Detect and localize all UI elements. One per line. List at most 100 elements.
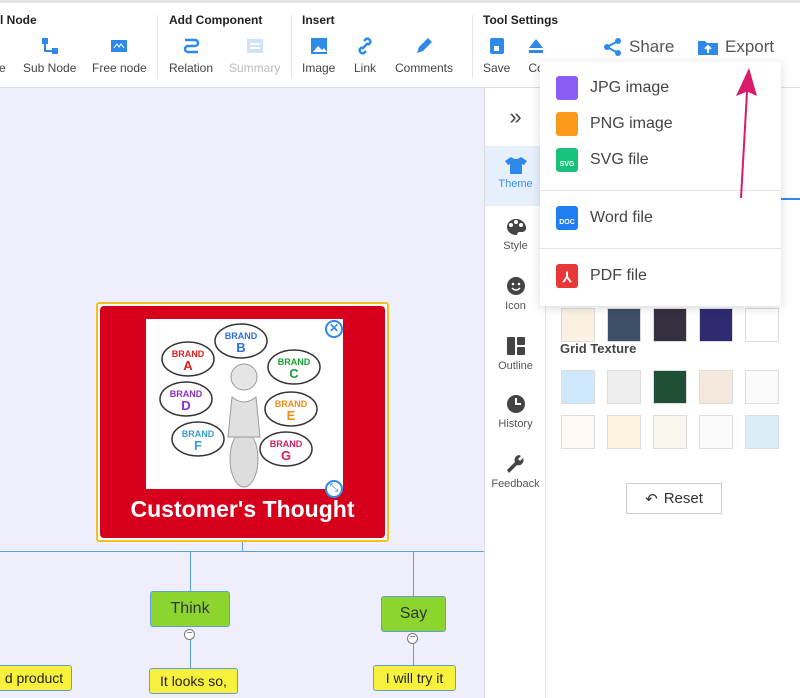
grid-texture-title: Grid Texture: [560, 341, 637, 356]
branch-node-think[interactable]: Think: [150, 591, 230, 627]
theme-swatch[interactable]: [745, 415, 779, 449]
theme-swatch[interactable]: [699, 415, 733, 449]
save-button[interactable]: Save: [483, 37, 510, 75]
export-jpg-image[interactable]: JPG image: [556, 76, 669, 100]
svg-text:C: C: [289, 366, 299, 381]
theme-swatch[interactable]: [745, 308, 779, 342]
export-svg-file[interactable]: SVG SVG file: [556, 148, 649, 172]
link-button[interactable]: Link: [354, 37, 376, 75]
smiley-icon: [506, 277, 525, 295]
pencil-icon: [417, 38, 432, 53]
tab-feedback[interactable]: Feedback: [485, 454, 546, 490]
divider: [157, 15, 158, 79]
theme-swatch[interactable]: [561, 415, 595, 449]
annotation-arrow: [736, 68, 757, 198]
wrench-icon: [506, 455, 524, 473]
sub-node-icon: [41, 38, 58, 54]
export-png-image[interactable]: PNG image: [556, 112, 673, 136]
theme-swatch[interactable]: [607, 415, 641, 449]
connector: [413, 644, 414, 665]
palette-icon: [506, 219, 526, 235]
group-title: Insert: [302, 13, 335, 27]
share-button[interactable]: Share: [603, 37, 674, 57]
summary-icon: [246, 39, 263, 53]
root-node-selection[interactable]: BRAND A BRAND B BRAND C BRAND D BRAND E BRAND F BRAN…: [96, 302, 389, 542]
export-pdf-file[interactable]: ⅄ PDF file: [556, 264, 647, 288]
free-node-button[interactable]: Free node: [92, 37, 147, 75]
connector: [413, 551, 414, 596]
export-button[interactable]: Export: [697, 37, 774, 57]
svg-text:G: G: [281, 448, 291, 463]
group-title: Add Component: [169, 13, 263, 27]
leaf-node[interactable]: d product: [0, 665, 72, 691]
theme-swatch[interactable]: [607, 308, 641, 342]
collapse-icon[interactable]: −: [407, 633, 418, 644]
undo-icon: ↶: [645, 490, 658, 508]
word-file-icon: DOC: [556, 206, 578, 230]
svg-text:A: A: [183, 358, 193, 373]
leaf-node[interactable]: I will try it: [373, 665, 456, 691]
clock-icon: [506, 395, 525, 413]
free-node-icon: [111, 40, 128, 52]
theme-swatch[interactable]: [745, 370, 779, 404]
branch-node-say[interactable]: Say: [381, 596, 446, 632]
summary-button[interactable]: Summary: [229, 37, 280, 75]
panel-tabs: » Theme Style Icon Outline History Feedb…: [485, 88, 546, 698]
node-icon: [0, 37, 10, 55]
tab-history[interactable]: History: [485, 394, 546, 430]
image-icon: [310, 38, 327, 54]
connector: [0, 551, 484, 552]
relation-button[interactable]: Relation: [169, 37, 213, 75]
theme-swatch[interactable]: [699, 370, 733, 404]
tab-outline[interactable]: Outline: [485, 336, 546, 372]
svg-text:E: E: [287, 408, 296, 423]
link-icon: [358, 37, 372, 55]
group-title: l Node: [0, 13, 37, 27]
tab-style[interactable]: Style: [485, 218, 546, 252]
reset-button[interactable]: ↶ Reset: [626, 483, 722, 514]
tab-icon[interactable]: Icon: [485, 276, 546, 312]
root-node-image: BRANDABRANDBBRANDCBRANDD BRANDEBRANDF BRAN…: [146, 319, 343, 489]
divider: [540, 248, 781, 249]
mind-map-canvas[interactable]: BRAND A BRAND B BRAND C BRAND D BRAND E BRAND F BRAN…: [0, 88, 484, 698]
image-button[interactable]: Image: [302, 37, 335, 75]
leaf-node[interactable]: It looks so,: [149, 668, 238, 694]
divider: [472, 15, 473, 79]
export-folder-icon: [698, 41, 718, 55]
connector: [242, 542, 243, 551]
theme-swatch[interactable]: [607, 370, 641, 404]
theme-swatch[interactable]: [561, 370, 595, 404]
pdf-file-icon: ⅄: [556, 264, 578, 288]
remove-image-icon[interactable]: ✕: [325, 320, 343, 338]
connector: [190, 551, 191, 591]
svg-text:F: F: [194, 438, 202, 453]
export-word-file[interactable]: DOC Word file: [556, 206, 653, 230]
svg-text:D: D: [181, 398, 190, 413]
tab-theme[interactable]: Theme: [485, 146, 546, 206]
theme-swatch[interactable]: [653, 415, 687, 449]
tshirt-icon: [504, 157, 527, 174]
theme-swatch[interactable]: [653, 308, 687, 342]
svg-text:B: B: [236, 340, 245, 355]
sub-node-button[interactable]: Sub Node: [23, 37, 76, 75]
theme-swatch[interactable]: [653, 370, 687, 404]
collapse-panel-button[interactable]: »: [485, 104, 546, 130]
collapse-icon[interactable]: −: [184, 629, 195, 640]
relation-icon: [183, 38, 200, 54]
divider: [291, 15, 292, 79]
group-title: Tool Settings: [483, 13, 559, 27]
comments-button[interactable]: Comments: [395, 37, 453, 75]
eject-icon: [529, 39, 543, 53]
png-file-icon: [556, 112, 578, 136]
resize-image-icon[interactable]: ⤡: [325, 480, 343, 498]
theme-swatch[interactable]: [561, 308, 595, 342]
root-node[interactable]: BRAND A BRAND B BRAND C BRAND D BRAND E BRAND F BRAN…: [100, 306, 385, 538]
node-button[interactable]: le: [0, 37, 10, 75]
connector: [190, 640, 191, 668]
jpg-file-icon: [556, 76, 578, 100]
theme-swatch[interactable]: [699, 308, 733, 342]
root-node-title: Customer's Thought: [130, 496, 355, 522]
svg-file-icon: SVG: [556, 148, 578, 172]
save-icon: [489, 38, 504, 54]
outline-icon: [506, 337, 525, 355]
